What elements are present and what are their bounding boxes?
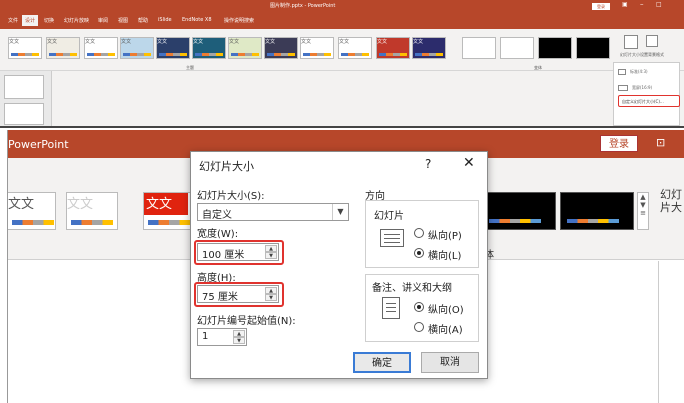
theme-thumb[interactable]: 文文 [8, 192, 56, 230]
app-title: PowerPoint [8, 138, 69, 151]
tab-islide[interactable]: iSlide [158, 17, 172, 23]
ok-button[interactable]: 确定 [353, 352, 411, 373]
menu-item-standard[interactable]: 标准(4:3) [630, 69, 648, 75]
widescreen-size-icon [618, 85, 628, 91]
slide-size-button-label[interactable]: 幻灯片大小 [620, 52, 640, 58]
theme-thumb[interactable]: 文文 [8, 37, 42, 59]
top-ribbon: 文文 文文 文文 文文 文文 文文 文文 文文 文文 文文 文文 文文 幻灯片大… [0, 29, 684, 71]
theme-thumb[interactable]: 文文 [228, 37, 262, 59]
slide-size-dialog: 幻灯片大小 ? ✕ 幻灯片大小(S): 自定义 ▼ 宽度(W): 100 厘米 … [190, 151, 488, 379]
slide-size-icon[interactable] [624, 35, 638, 49]
theme-thumb[interactable]: 文文 [338, 37, 372, 59]
top-title-bar: 图片制作.pptx - PowerPoint 登录 ▣ – □ [0, 0, 684, 12]
tab-file[interactable]: 文件 [8, 17, 18, 24]
tab-view[interactable]: 视图 [118, 17, 128, 24]
login-button[interactable]: 登录 [600, 135, 638, 152]
top-screenshot: 图片制作.pptx - PowerPoint 登录 ▣ – □ 文件 设计 切换… [0, 0, 684, 128]
portrait-page-icon [382, 297, 400, 319]
standard-size-icon [618, 69, 626, 75]
slides-portrait-label[interactable]: 纵向(P) [428, 227, 462, 242]
menu-item-custom-size[interactable]: 自定义幻灯片大小(C)... [622, 99, 664, 105]
slides-orientation-group: 幻灯片 纵向(P) 横向(L) [365, 200, 479, 268]
notes-group-label: 备注、讲义和大纲 [372, 283, 452, 294]
slide-size-menu: 标准(4:3) 宽屏(16:9) 自定义幻灯片大小(C)... [613, 62, 680, 126]
top-ribbon-tabs: 文件 设计 切换 幻灯片放映 审阅 视图 帮助 iSlide EndNote X… [0, 12, 684, 29]
theme-thumb[interactable]: 文文 [412, 37, 446, 59]
number-increment-icon[interactable]: ▲ [233, 330, 245, 337]
height-decrement-icon[interactable]: ▼ [265, 294, 277, 301]
theme-thumb[interactable]: 文文 [376, 37, 410, 59]
theme-thumb[interactable]: 文文 [46, 37, 80, 59]
format-background-label[interactable]: 设置背景格式 [640, 52, 664, 58]
maximize-icon[interactable]: □ [656, 1, 662, 8]
slide-number-input[interactable]: 1 ▲ ▼ [197, 328, 247, 346]
chevron-down-icon[interactable]: ▼ [332, 204, 348, 220]
slide-size-select[interactable]: 自定义 ▼ [197, 203, 349, 221]
themes-group-label: 主题 [186, 65, 194, 70]
format-background-icon[interactable] [646, 35, 658, 47]
width-label: 宽度(W): [197, 229, 239, 240]
width-increment-icon[interactable]: ▲ [265, 245, 277, 252]
top-slide-pane [0, 71, 52, 126]
slide-size-label: 幻灯片大小(S): [197, 191, 265, 202]
notes-portrait-label[interactable]: 纵向(O) [428, 301, 464, 316]
variant-thumb[interactable] [462, 37, 496, 59]
notes-orientation-group: 备注、讲义和大纲 纵向(O) 横向(A) [365, 274, 479, 342]
top-window-title: 图片制作.pptx - PowerPoint [270, 3, 336, 9]
menu-item-widescreen[interactable]: 宽屏(16:9) [632, 85, 652, 91]
variants-group-label: 变体 [534, 65, 542, 70]
landscape-page-icon [380, 229, 404, 247]
variant-thumb[interactable] [576, 37, 610, 59]
top-login-button[interactable]: 登录 [592, 3, 610, 10]
dialog-title: 幻灯片大小 [199, 160, 254, 173]
page: 图片制作.pptx - PowerPoint 登录 ▣ – □ 文件 设计 切换… [0, 0, 684, 403]
ribbon-display-icon[interactable]: ⊡ [656, 136, 665, 149]
width-input[interactable]: 100 厘米 ▲ ▼ [197, 243, 279, 261]
notes-landscape-label[interactable]: 横向(A) [428, 321, 463, 336]
slides-landscape-label[interactable]: 横向(L) [428, 247, 461, 262]
slide-size-button-label[interactable]: 幻灯片大 [660, 188, 682, 214]
theme-thumb[interactable]: 文文 [120, 37, 154, 59]
tell-me-search[interactable]: 操作说明搜索 [224, 17, 254, 24]
theme-thumb[interactable]: 文文 [156, 37, 190, 59]
theme-thumb[interactable]: 文文 [192, 37, 226, 59]
height-input[interactable]: 75 厘米 ▲ ▼ [197, 285, 279, 303]
slide-thumbnail[interactable] [4, 103, 44, 125]
theme-thumb[interactable]: 文文 [264, 37, 298, 59]
cancel-button[interactable]: 取消 [421, 352, 479, 373]
red-theme-text: 文文 [144, 193, 188, 215]
variant-thumb[interactable] [560, 192, 634, 230]
height-increment-icon[interactable]: ▲ [265, 287, 277, 294]
tab-transitions[interactable]: 切换 [44, 17, 54, 24]
tab-help[interactable]: 帮助 [138, 17, 148, 24]
left-edge [0, 130, 8, 403]
restore-icon[interactable]: ▣ [622, 1, 628, 8]
tab-review[interactable]: 审阅 [98, 17, 108, 24]
tab-design[interactable]: 设计 [22, 15, 39, 26]
theme-thumb[interactable]: 文文 [84, 37, 118, 59]
close-icon[interactable]: ✕ [463, 155, 475, 171]
theme-thumb[interactable]: 文文 [66, 192, 118, 230]
right-pane [658, 261, 684, 403]
notes-portrait-radio[interactable] [414, 302, 424, 312]
tab-slideshow[interactable]: 幻灯片放映 [64, 17, 89, 24]
number-decrement-icon[interactable]: ▼ [233, 337, 245, 344]
theme-thumb[interactable]: 文文 [300, 37, 334, 59]
minimize-icon[interactable]: – [640, 0, 644, 8]
tab-endnote[interactable]: EndNote X8 [182, 17, 212, 23]
variant-thumb[interactable] [538, 37, 572, 59]
slides-group-label: 幻灯片 [374, 211, 404, 222]
theme-thumb[interactable]: 文文 [143, 192, 195, 230]
variant-thumb[interactable] [482, 192, 556, 230]
slides-portrait-radio[interactable] [414, 228, 424, 238]
gallery-scroll-button[interactable]: ▲ ▼ ≡ [637, 192, 649, 230]
slide-thumbnail[interactable] [4, 75, 44, 99]
notes-landscape-radio[interactable] [414, 322, 424, 332]
help-icon[interactable]: ? [425, 157, 431, 171]
slides-landscape-radio[interactable] [414, 248, 424, 258]
slide-number-label: 幻灯片编号起始值(N): [197, 316, 296, 327]
width-decrement-icon[interactable]: ▼ [265, 252, 277, 259]
variant-thumb[interactable] [500, 37, 534, 59]
